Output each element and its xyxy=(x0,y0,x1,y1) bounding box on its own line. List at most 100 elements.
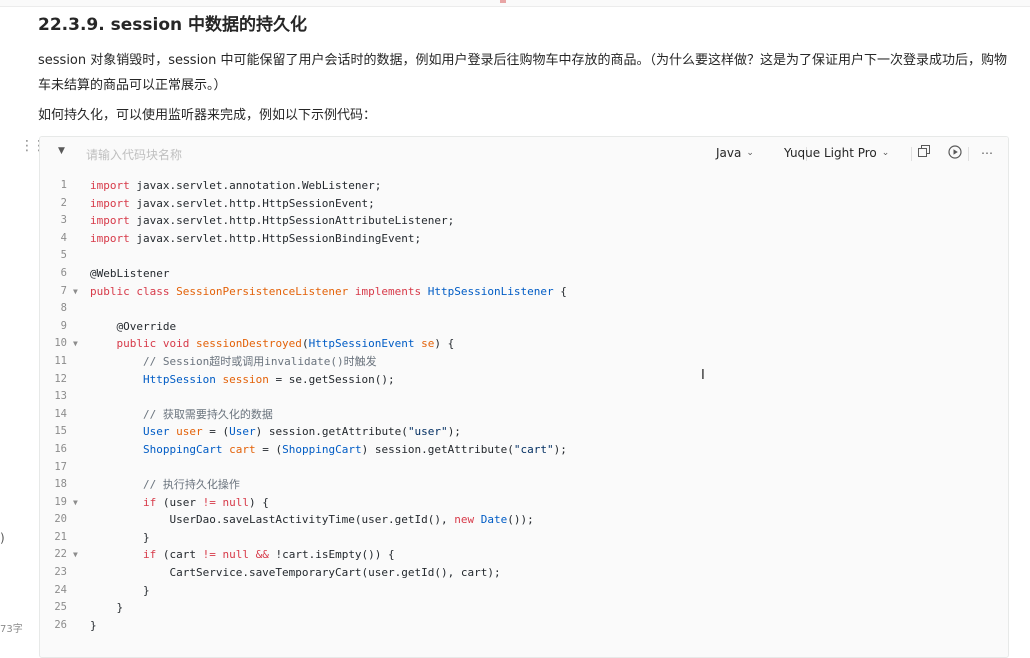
code-token: = se.getSession(); xyxy=(268,372,395,386)
code-line[interactable]: 25 } xyxy=(40,599,1008,617)
code-token: Date xyxy=(480,513,508,527)
code-block[interactable]: ▼ 请输入代码块名称 Java ⌄ Yuque Light Pro ⌄ ⋯ 1 i… xyxy=(39,136,1009,658)
code-token: if xyxy=(142,548,157,562)
code-line[interactable]: 16 ShoppingCart cart = (ShoppingCart) se… xyxy=(40,441,1008,459)
line-number: 23 xyxy=(54,566,67,579)
code-token: HttpSessionEvent xyxy=(308,337,415,351)
code-line[interactable]: 9 @Override xyxy=(40,318,1008,336)
code-token: User xyxy=(142,425,170,439)
code-token: se xyxy=(414,337,435,351)
code-text: import javax.servlet.http.HttpSessionEve… xyxy=(90,195,375,213)
code-token: WebListener xyxy=(301,179,375,192)
code-text: ShoppingCart cart = (ShoppingCart) sessi… xyxy=(90,441,567,459)
code-text: } xyxy=(90,599,123,617)
code-token: (cart xyxy=(156,548,203,562)
code-line[interactable]: 6 @WebListener xyxy=(40,265,1008,283)
line-number: 6 xyxy=(60,266,67,279)
code-line[interactable]: 17 xyxy=(40,459,1008,477)
line-number: 11 xyxy=(54,354,67,367)
code-line[interactable]: 3 import javax.servlet.http.HttpSessionAt… xyxy=(40,212,1008,230)
left-gutter-mark: ) xyxy=(0,531,5,545)
code-line[interactable]: 11 // Session超时或调用invalidate()时触发 xyxy=(40,353,1008,371)
code-line[interactable]: 15 User user = (User) session.getAttribu… xyxy=(40,423,1008,441)
line-number: 18 xyxy=(54,478,67,491)
chevron-down-icon: ⌄ xyxy=(881,148,890,158)
code-text: public class SessionPersistenceListener … xyxy=(90,283,567,301)
collapse-caret-icon[interactable]: ▼ xyxy=(58,146,65,156)
fold-toggle-icon[interactable]: ▼ xyxy=(73,335,78,353)
code-text: if (user != null) { xyxy=(90,494,269,512)
code-text: CartService.saveTemporaryCart(user.getId… xyxy=(90,564,501,582)
line-number: 19 xyxy=(54,495,67,508)
theme-select[interactable]: Yuque Light Pro ⌄ xyxy=(784,146,889,160)
code-token: ShoppingCart xyxy=(142,442,223,456)
line-number: 14 xyxy=(54,407,67,420)
line-number: 13 xyxy=(54,390,67,403)
code-line[interactable]: 23 CartService.saveTemporaryCart(user.ge… xyxy=(40,564,1008,582)
code-text: // Session超时或调用invalidate()时触发 xyxy=(90,353,377,371)
code-line[interactable]: 5 xyxy=(40,247,1008,265)
code-token: null xyxy=(222,548,249,562)
code-token: // Session超时或调用invalidate()时触发 xyxy=(90,354,377,368)
language-label: Java xyxy=(716,146,742,160)
code-token: ShoppingCart xyxy=(282,442,362,456)
code-line[interactable]: 20 UserDao.saveLastActivityTime(user.get… xyxy=(40,511,1008,529)
code-token: "user" xyxy=(407,425,448,439)
code-text: User user = (User) session.getAttribute(… xyxy=(90,423,461,441)
code-line[interactable]: 24 } xyxy=(40,582,1008,600)
code-text: import javax.servlet.annotation.WebListe… xyxy=(90,177,381,195)
code-text: // 执行持久化操作 xyxy=(90,476,240,494)
code-line[interactable]: 4 import javax.servlet.http.HttpSessionBi… xyxy=(40,230,1008,248)
line-number: 25 xyxy=(54,601,67,614)
line-number: 15 xyxy=(54,425,67,438)
code-token: ) { xyxy=(248,495,269,509)
line-number: 10 xyxy=(54,337,67,350)
line-number: 2 xyxy=(60,196,67,209)
chevron-down-icon: ⌄ xyxy=(746,148,754,158)
code-token: if xyxy=(142,495,157,509)
code-line[interactable]: 13 xyxy=(40,388,1008,406)
code-line[interactable]: 18 // 执行持久化操作 xyxy=(40,476,1008,494)
code-line[interactable]: 14 // 获取需要持久化的数据 xyxy=(40,406,1008,424)
code-token: import xyxy=(90,196,130,210)
code-token: CartService.saveTemporaryCart(user.getId… xyxy=(90,566,501,580)
code-editor[interactable]: 1 import javax.servlet.annotation.WebList… xyxy=(40,171,1008,635)
code-line[interactable]: 8 xyxy=(40,300,1008,318)
code-token: javax.servlet.http.HttpSessionAttributeL… xyxy=(129,214,455,228)
line-number: 21 xyxy=(54,530,67,543)
code-block-name-input[interactable]: 请输入代码块名称 xyxy=(86,146,182,163)
code-token: @WebListener xyxy=(90,266,170,280)
copy-icon[interactable] xyxy=(916,145,932,161)
fold-toggle-icon[interactable]: ▼ xyxy=(73,494,78,512)
code-line[interactable]: 2 import javax.servlet.http.HttpSessionEv… xyxy=(40,195,1008,213)
code-line[interactable]: 19 ▼ if (user != null) { xyxy=(40,494,1008,512)
code-token: implements xyxy=(348,284,428,298)
code-line[interactable]: 1 import javax.servlet.annotation.WebList… xyxy=(40,177,1008,195)
code-token: null xyxy=(222,495,249,509)
line-number: 12 xyxy=(54,372,67,385)
run-icon[interactable] xyxy=(947,145,963,161)
code-line[interactable]: 10 ▼ public void sessionDestroyed(HttpSes… xyxy=(40,335,1008,353)
code-token: } xyxy=(90,601,124,615)
code-token: && xyxy=(255,548,269,562)
code-token: // 获取需要持久化的数据 xyxy=(90,407,273,421)
paragraph-persistence-method: 如何持久化，可以使用监听器来完成，例如以下示例代码： xyxy=(38,108,377,123)
language-select[interactable]: Java ⌄ xyxy=(716,146,754,160)
code-token: ); xyxy=(447,425,461,439)
code-text: public void sessionDestroyed(HttpSession… xyxy=(90,335,454,353)
fold-toggle-icon[interactable]: ▼ xyxy=(73,283,78,301)
code-token: public void xyxy=(90,337,196,351)
code-token: session xyxy=(215,372,269,386)
code-line[interactable]: 12 HttpSession session = se.getSession()… xyxy=(40,371,1008,389)
code-line[interactable]: 7 ▼ public class SessionPersistenceListene… xyxy=(40,283,1008,301)
more-icon[interactable]: ⋯ xyxy=(979,145,995,161)
code-line[interactable]: 22 ▼ if (cart != null && !cart.isEmpty())… xyxy=(40,546,1008,564)
text-cursor-icon: I xyxy=(701,368,705,383)
code-token: ) session.getAttribute( xyxy=(361,442,514,456)
code-line[interactable]: 21 } xyxy=(40,529,1008,547)
fold-toggle-icon[interactable]: ▼ xyxy=(73,546,78,564)
code-text: HttpSession session = se.getSession(); xyxy=(90,371,395,389)
